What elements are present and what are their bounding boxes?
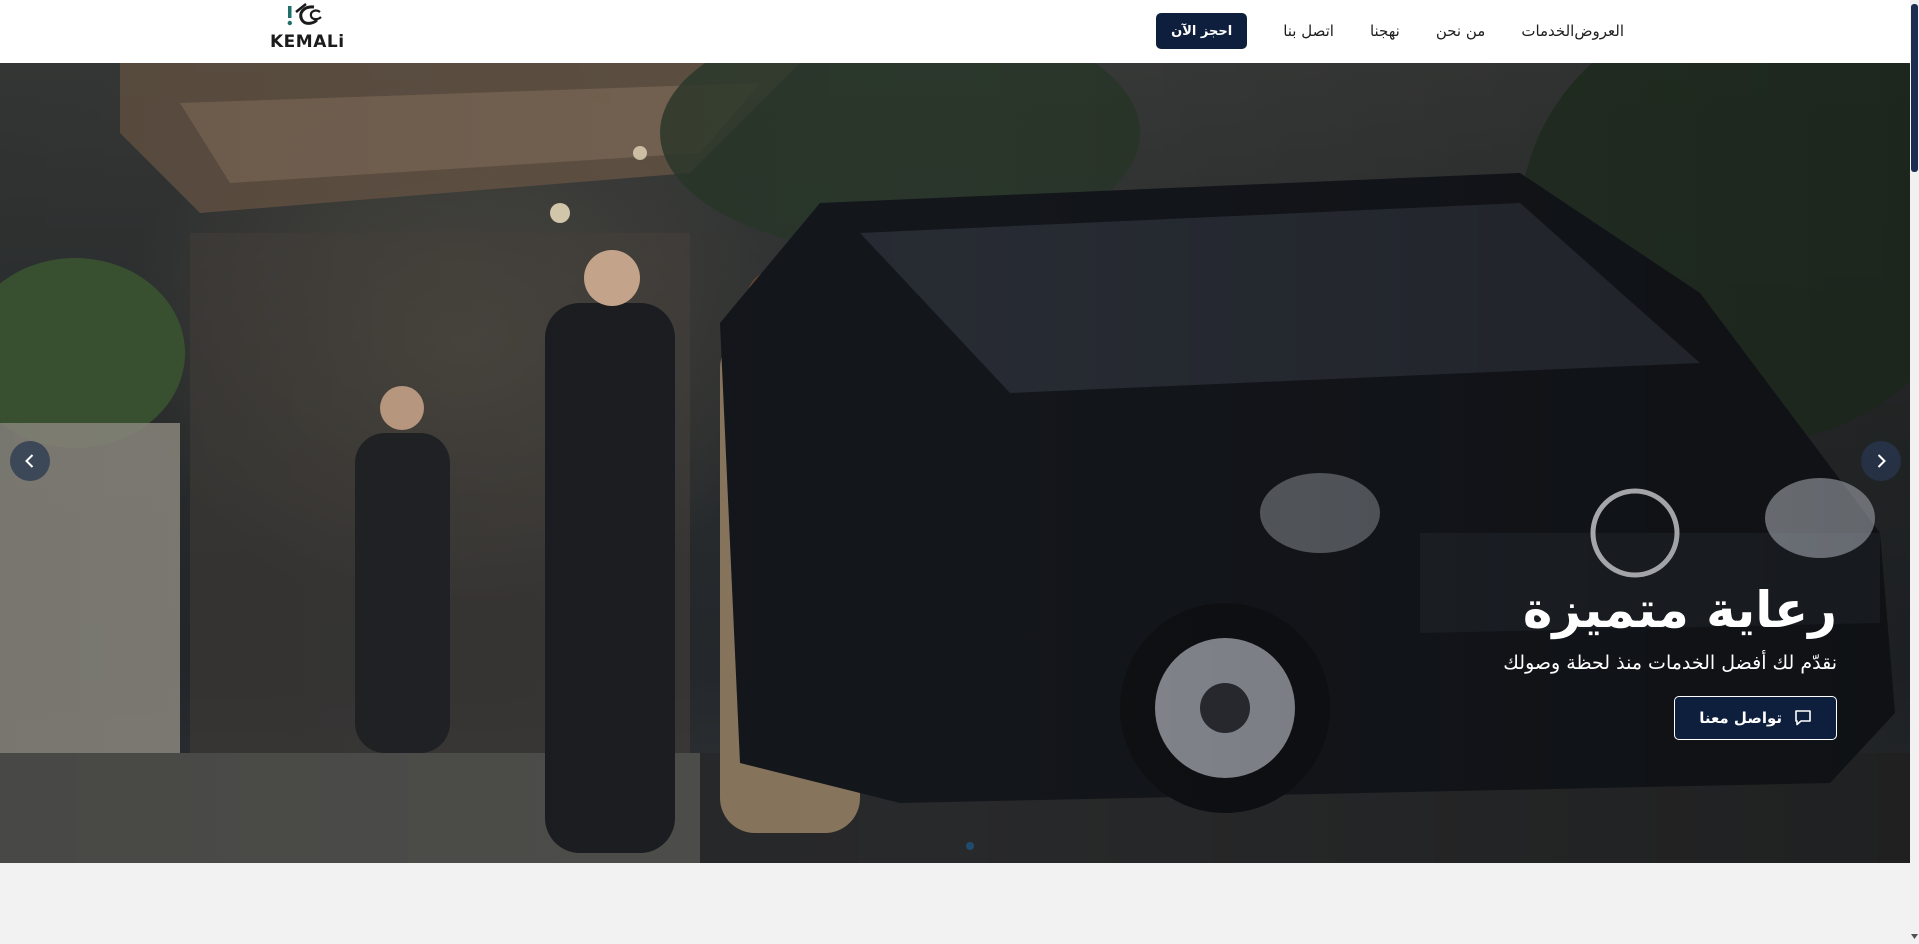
page-content-area <box>0 863 1910 944</box>
nav-link-contact[interactable]: اتصل بنا <box>1283 22 1334 40</box>
logo[interactable]: KEMALi <box>268 2 344 54</box>
scrollbar-thumb[interactable] <box>1911 4 1918 172</box>
hero-title: رعاية متميزة <box>1522 581 1837 639</box>
hero-caption: رعاية متميزة نقدّم لك أفضل الخدمات منذ ل… <box>1137 583 1837 740</box>
contact-us-button[interactable]: تواصل معنا <box>1674 696 1837 740</box>
site-header: KEMALi العروض الخدمات من نحن نهجنا اتصل … <box>0 0 1910 63</box>
carousel-next-button[interactable] <box>1861 441 1901 481</box>
carousel-indicator-dot[interactable] <box>966 842 974 850</box>
main-nav: العروض الخدمات من نحن نهجنا اتصل بنا احج… <box>1136 13 1624 49</box>
chevron-left-icon <box>25 454 34 468</box>
contact-us-label: تواصل معنا <box>1699 709 1782 727</box>
vertical-scrollbar[interactable] <box>1910 0 1919 944</box>
nav-link-about[interactable]: من نحن <box>1436 22 1486 40</box>
nav-link-offers[interactable]: العروض <box>1574 22 1624 40</box>
logo-mark-icon <box>287 3 322 26</box>
logo-text: KEMALi <box>270 32 345 52</box>
nav-link-services[interactable]: الخدمات <box>1521 22 1574 40</box>
carousel-prev-button[interactable] <box>10 441 50 481</box>
scroll-down-arrow-icon[interactable] <box>1911 932 1918 940</box>
book-now-button[interactable]: احجز الآن <box>1156 13 1248 49</box>
hero-overlay <box>0 63 1910 863</box>
chevron-right-icon <box>1877 454 1886 468</box>
hero-subtitle: نقدّم لك أفضل الخدمات منذ لحظة وصولك <box>1503 652 1837 674</box>
nav-link-approach[interactable]: نهجنا <box>1370 22 1400 40</box>
chat-icon <box>1795 710 1811 726</box>
hero-carousel: رعاية متميزة نقدّم لك أفضل الخدمات منذ ل… <box>0 63 1910 863</box>
